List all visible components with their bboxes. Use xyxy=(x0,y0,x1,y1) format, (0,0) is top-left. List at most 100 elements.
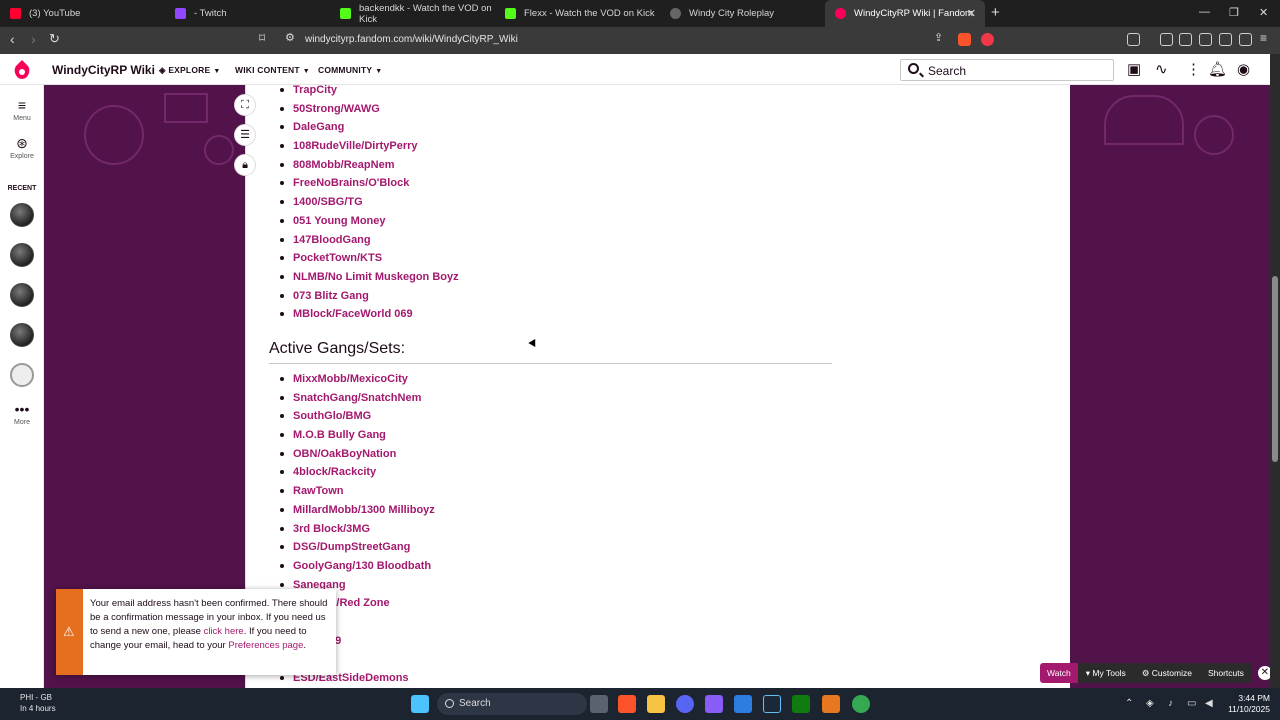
browser-menu-icon[interactable]: ≡ xyxy=(1260,31,1267,45)
list-item[interactable]: M.O.B Bully Gang xyxy=(270,429,435,448)
recent-wiki-avatar[interactable] xyxy=(10,323,34,347)
site-info-icon[interactable]: ⚙ xyxy=(285,31,295,44)
url-field[interactable]: windycityrp.fandom.com/wiki/WindyCityRP_… xyxy=(305,34,518,45)
list-item[interactable]: MixxMobb/MexicoCity xyxy=(270,373,435,392)
back-button[interactable]: ‹ xyxy=(10,31,15,47)
list-item[interactable]: FreeNoBrains/O'Block xyxy=(270,177,459,196)
close-window-button[interactable]: ✕ xyxy=(1259,6,1268,19)
discord-icon[interactable] xyxy=(676,695,694,713)
list-item[interactable]: MillardMobb/1300 Milliboyz xyxy=(270,504,435,523)
notifications-icon[interactable]: 🔔︎ xyxy=(1208,60,1227,78)
nav-explore[interactable]: ◈ EXPLORE ▼ xyxy=(159,65,220,76)
scrollbar-thumb[interactable] xyxy=(1272,276,1278,462)
nav-wiki-content[interactable]: WIKI CONTENT ▼ xyxy=(235,65,310,75)
search-input[interactable]: Search xyxy=(900,59,1114,81)
customize-button[interactable]: ⚙ Customize xyxy=(1133,663,1200,683)
sidebar-icon[interactable] xyxy=(1179,33,1192,46)
forward-button[interactable]: › xyxy=(31,31,36,47)
recent-wiki-avatar[interactable] xyxy=(10,363,34,387)
page-scrollbar[interactable] xyxy=(1270,54,1280,688)
explore-button[interactable]: ⊛ Explore xyxy=(0,135,44,160)
list-item[interactable]: OBN/OakBoyNation xyxy=(270,448,435,467)
chrome-icon[interactable] xyxy=(852,695,870,713)
list-item[interactable]: 147BloodGang xyxy=(270,234,459,253)
fandom-logo-icon[interactable] xyxy=(14,60,30,79)
brave-shield-icon[interactable] xyxy=(958,33,971,46)
activity-icon[interactable]: ∿ xyxy=(1155,60,1168,78)
list-item[interactable]: 1400/SBG/TG xyxy=(270,196,459,215)
list-item[interactable]: GoolyGang/130 Bloodbath xyxy=(270,560,435,579)
list-item[interactable]: SnatchGang/SnatchNem xyxy=(270,392,435,411)
tray-overflow-icon[interactable]: ⌃ xyxy=(1125,698,1133,709)
reload-button[interactable]: ↻ xyxy=(49,31,60,47)
recent-wiki-avatar[interactable] xyxy=(10,283,34,307)
recent-wiki-avatar[interactable] xyxy=(10,203,34,227)
list-item[interactable]: MBlock/FaceWorld 069 xyxy=(270,308,459,327)
wiki-name[interactable]: WindyCityRP Wiki xyxy=(52,63,155,77)
new-tab-button[interactable]: + xyxy=(991,4,1000,21)
minimize-button[interactable]: — xyxy=(1199,6,1210,18)
tab-windy-city[interactable]: Windy City Roleplay xyxy=(660,0,825,27)
list-item[interactable]: 4block/Rackcity xyxy=(270,466,435,485)
tab-kick-backendkk[interactable]: backendkk - Watch the VOD on Kick xyxy=(330,0,495,27)
store-icon[interactable] xyxy=(734,695,752,713)
more-button[interactable]: ••• More xyxy=(0,401,44,426)
list-item[interactable]: PocketTown/KTS xyxy=(270,252,459,271)
file-explorer-icon[interactable] xyxy=(647,695,665,713)
brave-rewards-icon[interactable] xyxy=(981,33,994,46)
windows-start-icon[interactable] xyxy=(411,695,429,713)
xbox-icon[interactable] xyxy=(792,695,810,713)
menu-button[interactable]: ≡ Menu xyxy=(0,97,44,122)
list-item[interactable]: DSG/DumpStreetGang xyxy=(270,541,435,560)
app-icon[interactable] xyxy=(822,695,840,713)
list-item[interactable]: SouthGlo/BMG xyxy=(270,410,435,429)
bookmark-icon[interactable]: ⌑ xyxy=(259,31,265,45)
copilot-icon[interactable] xyxy=(705,695,723,713)
list-item[interactable]: TrapCity xyxy=(270,84,459,103)
click-here-link[interactable]: click here xyxy=(204,626,244,637)
brave-browser-icon[interactable] xyxy=(618,695,636,713)
list-item[interactable]: 3rd Block/3MG xyxy=(270,523,435,542)
list-item[interactable]: 073 Blitz Gang xyxy=(270,290,459,309)
weather-widget[interactable]: PHI - GB In 4 hours xyxy=(20,692,56,714)
list-item[interactable]: 108RudeVille/DirtyPerry xyxy=(270,140,459,159)
close-tab-icon[interactable]: ✕ xyxy=(967,7,976,20)
vpn-icon[interactable] xyxy=(1239,33,1252,46)
tab-kick-flexx[interactable]: Flexx - Watch the VOD on Kick xyxy=(495,0,660,27)
more-vertical-icon[interactable]: ⋮ xyxy=(1186,60,1201,78)
task-view-icon[interactable] xyxy=(590,695,608,713)
discussions-icon[interactable]: ▣ xyxy=(1127,60,1141,78)
list-item[interactable]: NLMB/No Limit Muskegon Boyz xyxy=(270,271,459,290)
recent-wiki-avatar[interactable] xyxy=(10,243,34,267)
nav-community[interactable]: COMMUNITY ▼ xyxy=(318,65,382,75)
leo-ai-icon[interactable] xyxy=(1219,33,1232,46)
network-icon[interactable]: ▭ xyxy=(1187,698,1196,709)
watch-button[interactable]: Watch xyxy=(1040,663,1078,683)
list-item[interactable]: DaleGang xyxy=(270,121,459,140)
tab-twitch[interactable]: - Twitch xyxy=(165,0,330,27)
volume-icon[interactable]: ◀ xyxy=(1205,698,1213,709)
screen-cast-icon[interactable] xyxy=(1127,33,1140,46)
tab-youtube[interactable]: (3) YouTube xyxy=(0,0,165,27)
steam-icon[interactable] xyxy=(763,695,781,713)
table-of-contents-icon[interactable]: ☰ xyxy=(234,124,256,146)
maximize-button[interactable]: ❐ xyxy=(1229,6,1239,19)
taskbar-search[interactable]: Search xyxy=(437,693,587,715)
clock[interactable]: 3:44 PM 11/10/2025 xyxy=(1222,693,1270,715)
list-item[interactable]: 50Strong/WAWG xyxy=(270,103,459,122)
list-item[interactable]: RawTown xyxy=(270,485,435,504)
media-icon[interactable] xyxy=(1160,33,1173,46)
tray-app-icon[interactable]: ◈ xyxy=(1146,698,1154,709)
tab-fandom[interactable]: WindyCityRP Wiki | Fandom ✕ xyxy=(825,0,985,27)
user-avatar-icon[interactable]: ◉ xyxy=(1237,60,1250,78)
microphone-icon[interactable]: ♪ xyxy=(1168,698,1173,709)
share-icon[interactable]: ⇪ xyxy=(934,31,943,44)
wallet-icon[interactable] xyxy=(1199,33,1212,46)
list-item[interactable]: 808Mobb/ReapNem xyxy=(270,159,459,178)
list-item[interactable]: 051 Young Money xyxy=(270,215,459,234)
lock-icon[interactable]: 🔒︎ xyxy=(234,154,256,176)
my-tools-button[interactable]: ▾ My Tools xyxy=(1077,663,1134,683)
shortcuts-button[interactable]: Shortcuts xyxy=(1199,663,1252,683)
fullscreen-icon[interactable]: ⛶ xyxy=(234,94,256,116)
preferences-link[interactable]: Preferences page xyxy=(228,640,303,651)
